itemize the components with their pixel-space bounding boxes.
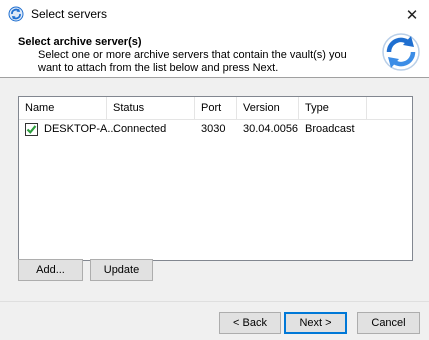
checkmark-icon	[26, 125, 37, 134]
close-icon: ✕	[405, 6, 419, 24]
close-button[interactable]: ✕	[395, 0, 429, 29]
column-type[interactable]: Type	[299, 97, 367, 119]
column-version[interactable]: Version	[237, 97, 299, 119]
cancel-button[interactable]: Cancel	[357, 312, 420, 334]
sync-arrows-icon	[382, 33, 420, 71]
server-name: DESKTOP-A...	[44, 123, 117, 135]
column-status[interactable]: Status	[107, 97, 195, 119]
list-header: Name Status Port Version Type	[19, 97, 412, 120]
title-bar: Select servers ✕	[0, 0, 429, 29]
wizard-header: Select archive server(s) Select one or m…	[0, 29, 429, 78]
server-list[interactable]: Name Status Port Version Type DESKTOP-A.…	[18, 96, 413, 261]
app-refresh-icon	[8, 6, 24, 22]
server-type: Broadcast	[305, 123, 355, 135]
back-button[interactable]: < Back	[219, 312, 281, 334]
server-port: 3030	[201, 123, 226, 135]
header-title: Select archive server(s)	[18, 36, 142, 48]
list-item[interactable]: DESKTOP-A... Connected 3030 30.04.0056 B…	[19, 120, 412, 138]
footer-divider	[0, 301, 429, 302]
update-button[interactable]: Update	[90, 259, 153, 281]
server-status: Connected	[113, 123, 167, 135]
window-title: Select servers	[31, 7, 108, 21]
add-button[interactable]: Add...	[18, 259, 83, 281]
header-description: Select one or more archive servers that …	[38, 49, 347, 74]
column-port[interactable]: Port	[195, 97, 237, 119]
server-checkbox[interactable]	[25, 123, 38, 136]
next-button[interactable]: Next >	[284, 312, 347, 334]
server-version: 30.04.0056	[243, 123, 299, 135]
column-name[interactable]: Name	[19, 97, 107, 119]
